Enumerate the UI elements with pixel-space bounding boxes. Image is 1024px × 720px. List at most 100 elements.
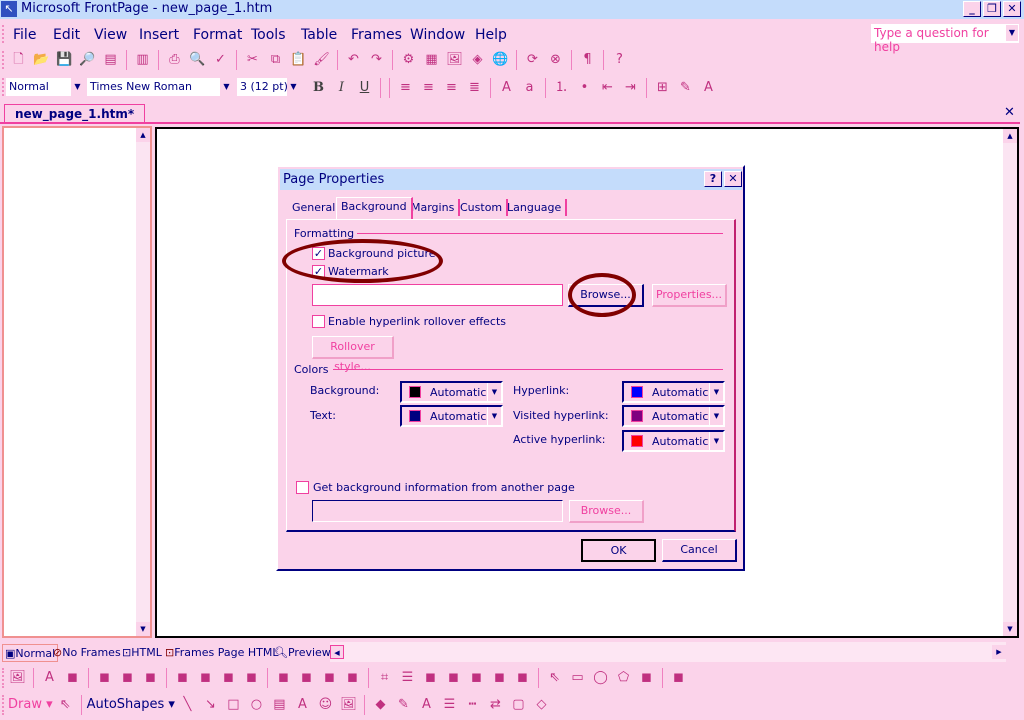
document-tab[interactable]: new_page_1.htm* xyxy=(4,104,146,123)
textbox-icon[interactable]: ▤ xyxy=(269,694,290,715)
chevron-down-icon[interactable]: ▼ xyxy=(1006,25,1018,41)
increase-font-icon[interactable]: A xyxy=(496,77,517,98)
new-page-icon[interactable]: 🗋 xyxy=(8,49,29,70)
line-style-icon[interactable]: ☰ xyxy=(397,667,418,688)
italic-button[interactable]: I xyxy=(331,77,352,98)
folder-list-icon[interactable]: ▥ xyxy=(132,49,153,70)
borders-icon[interactable]: ⊞ xyxy=(652,77,673,98)
style-select[interactable]: Normal ▼ xyxy=(6,78,84,96)
help-button[interactable]: ? xyxy=(704,171,722,187)
search-icon[interactable]: 🔎 xyxy=(77,49,98,70)
bevel-icon[interactable]: ◼ xyxy=(466,667,487,688)
numbering-icon[interactable]: ⒈ xyxy=(551,77,572,98)
preview-icon[interactable]: 🔍 xyxy=(187,49,208,70)
menu-tools[interactable]: Tools xyxy=(251,27,286,43)
copy-icon[interactable]: ⧉ xyxy=(265,49,286,70)
less-contrast-icon[interactable]: ◼ xyxy=(296,667,317,688)
menu-file[interactable]: File xyxy=(13,27,36,43)
arrow-icon[interactable]: ↘ xyxy=(200,694,221,715)
toolbar-grip[interactable] xyxy=(2,668,5,688)
insert-picture-icon[interactable]: 🖼 xyxy=(7,667,28,688)
font-size-select[interactable]: 3 (12 pt) ▼ xyxy=(237,78,300,96)
tab-general[interactable]: General xyxy=(288,199,342,216)
line-color-icon[interactable]: ✎ xyxy=(393,694,414,715)
align-left-icon[interactable]: ≡ xyxy=(395,77,416,98)
insert-table-icon[interactable]: ▦ xyxy=(421,49,442,70)
more-brightness-icon[interactable]: ◼ xyxy=(319,667,340,688)
decrease-font-icon[interactable]: a xyxy=(519,77,540,98)
line-style-icon[interactable]: ☰ xyxy=(439,694,460,715)
menu-frames[interactable]: Frames xyxy=(351,27,402,43)
print-icon[interactable]: ⎙ xyxy=(164,49,185,70)
auto-thumbnail-icon[interactable]: ◼ xyxy=(62,667,83,688)
bold-button[interactable]: B xyxy=(308,77,329,98)
flip-vertical-icon[interactable]: ◼ xyxy=(241,667,262,688)
menu-format[interactable]: Format xyxy=(193,27,242,43)
menu-edit[interactable]: Edit xyxy=(53,27,80,43)
cut-icon[interactable]: ✂ xyxy=(242,49,263,70)
draw-menu[interactable]: Draw ▾ xyxy=(8,697,53,712)
horizontal-scrollbar[interactable]: ◀ ▶ xyxy=(330,642,1006,662)
underline-button[interactable]: U xyxy=(354,77,375,98)
rectangle-hotspot-icon[interactable]: ▭ xyxy=(567,667,588,688)
dash-style-icon[interactable]: ┅ xyxy=(462,694,483,715)
3d-icon[interactable]: ◇ xyxy=(531,694,552,715)
view-tab-no-frames[interactable]: ⊘No Frames xyxy=(53,644,121,662)
browse-source-button[interactable]: Browse... xyxy=(569,500,644,523)
redo-icon[interactable]: ↷ xyxy=(366,49,387,70)
scroll-up-icon[interactable]: ▲ xyxy=(136,128,150,142)
polygon-hotspot-icon[interactable]: ⬠ xyxy=(613,667,634,688)
rotate-left-icon[interactable]: ◼ xyxy=(172,667,193,688)
format-picture-icon[interactable]: ◼ xyxy=(420,667,441,688)
picture-icon[interactable]: 🖼 xyxy=(338,694,359,715)
toolbar-grip[interactable] xyxy=(2,78,5,96)
send-backward-icon[interactable]: ◼ xyxy=(140,667,161,688)
wordart-icon[interactable]: A xyxy=(292,694,313,715)
drawing-icon[interactable]: ◈ xyxy=(467,49,488,70)
font-color-icon[interactable]: A xyxy=(698,77,719,98)
active-hyperlink-color-select[interactable]: Automatic ▼ xyxy=(622,430,725,452)
help-question-input[interactable]: Type a question for help ▼ xyxy=(871,24,1019,54)
view-tab-frames-html[interactable]: ⊡Frames Page HTML xyxy=(165,644,278,662)
select-objects-icon[interactable]: ⇖ xyxy=(55,694,76,715)
show-all-icon[interactable]: ¶ xyxy=(577,49,598,70)
view-tab-preview[interactable]: 🔍︎Preview xyxy=(274,644,331,662)
resample-icon[interactable]: ◼ xyxy=(489,667,510,688)
undo-icon[interactable]: ↶ xyxy=(343,49,364,70)
menu-insert[interactable]: Insert xyxy=(139,27,179,43)
autoshapes-menu[interactable]: AutoShapes ▾ xyxy=(87,697,175,712)
scroll-right-icon[interactable]: ▶ xyxy=(992,645,1006,659)
clipart-icon[interactable]: ☺ xyxy=(315,694,336,715)
increase-indent-icon[interactable]: ⇥ xyxy=(620,77,641,98)
flip-horizontal-icon[interactable]: ◼ xyxy=(218,667,239,688)
publish-icon[interactable]: ▤ xyxy=(100,49,121,70)
less-brightness-icon[interactable]: ◼ xyxy=(342,667,363,688)
menu-grip[interactable] xyxy=(2,25,5,43)
view-tab-normal[interactable]: ▣Normal xyxy=(2,644,59,662)
crop-icon[interactable]: ⌗ xyxy=(374,667,395,688)
font-color-icon[interactable]: A xyxy=(416,694,437,715)
select-icon[interactable]: ⇖ xyxy=(544,667,565,688)
restore-button[interactable]: ❐ xyxy=(983,1,1001,17)
hyperlink-icon[interactable]: 🌐 xyxy=(490,49,511,70)
align-right-icon[interactable]: ≡ xyxy=(441,77,462,98)
text-icon[interactable]: A xyxy=(39,667,60,688)
refresh-icon[interactable]: ⟳ xyxy=(522,49,543,70)
oval-icon[interactable]: ○ xyxy=(246,694,267,715)
hyperlink-color-select[interactable]: Automatic ▼ xyxy=(622,381,725,403)
minimize-button[interactable]: _ xyxy=(963,1,981,17)
help-icon[interactable]: ? xyxy=(609,49,630,70)
properties-button[interactable]: Properties... xyxy=(652,284,727,307)
scrollbar[interactable]: ▲ ▼ xyxy=(136,128,150,636)
scrollbar[interactable]: ▲ ▼ xyxy=(1003,129,1017,636)
spelling-icon[interactable]: ✓ xyxy=(210,49,231,70)
scroll-down-icon[interactable]: ▼ xyxy=(136,622,150,636)
visited-hyperlink-color-select[interactable]: Automatic ▼ xyxy=(622,405,725,427)
toolbar-grip[interactable] xyxy=(2,695,5,715)
tab-margins[interactable]: Margins xyxy=(407,199,461,216)
highlight-hotspots-icon[interactable]: ◼ xyxy=(636,667,657,688)
bullets-icon[interactable]: • xyxy=(574,77,595,98)
decrease-indent-icon[interactable]: ⇤ xyxy=(597,77,618,98)
cancel-button[interactable]: Cancel xyxy=(662,539,737,562)
fill-color-icon[interactable]: ◆ xyxy=(370,694,391,715)
